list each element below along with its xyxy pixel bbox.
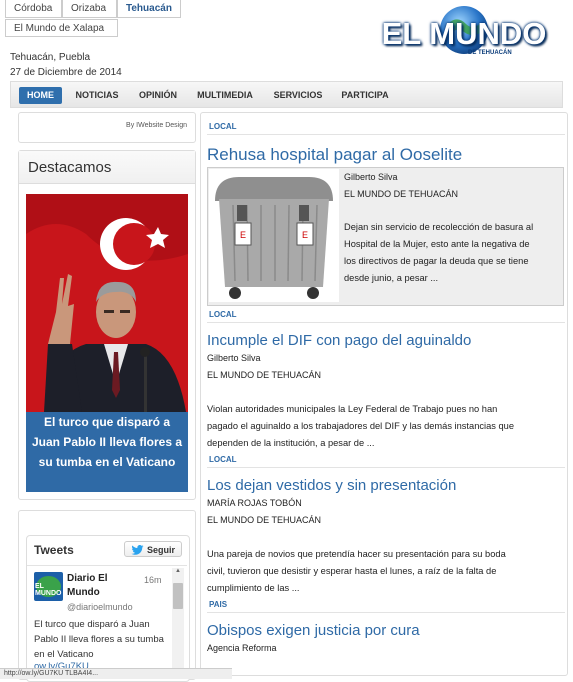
- article-2-section[interactable]: LOCAL: [209, 310, 237, 319]
- article-2-summary: Violan autoridades municipales la Ley Fe…: [207, 404, 514, 448]
- avatar[interactable]: EL MUNDO: [34, 572, 63, 601]
- twitter-bird-icon: [131, 545, 144, 555]
- tab-cordoba[interactable]: Córdoba: [5, 0, 62, 18]
- tweet-text: El turco que disparó a Juan Pablo II lle…: [34, 619, 164, 660]
- main-nav: HOME NOTICIAS OPINIÓN MULTIMEDIA SERVICI…: [10, 81, 563, 108]
- tab-xalapa[interactable]: El Mundo de Xalapa: [5, 19, 118, 37]
- article-3-author: MARÍA ROJAS TOBÓN: [207, 498, 302, 508]
- article-3-headline[interactable]: Los dejan vestidos y sin presentación: [207, 477, 456, 494]
- scroll-up-icon[interactable]: ▲: [172, 568, 184, 578]
- article-1-source: EL MUNDO DE TEHUACÁN: [344, 189, 459, 199]
- credit-text[interactable]: By IWebsite Design: [126, 122, 187, 129]
- location: Tehuacán, Puebla: [10, 52, 91, 63]
- logo-tagline-left: TU MUNDO: [415, 8, 442, 14]
- tweet-time[interactable]: 16m: [144, 575, 162, 585]
- featured-image: [26, 194, 188, 412]
- tab-orizaba[interactable]: Orizaba: [62, 0, 117, 18]
- destacamos-title: Destacamos: [28, 159, 112, 176]
- browser-status-bar: http://ow.ly/GU7KU TLBA4I4...: [0, 668, 232, 679]
- tweet-handle[interactable]: @diarioelmundo: [67, 602, 133, 612]
- article-2-author: Gilberto Silva: [207, 353, 261, 363]
- site-logo[interactable]: EL MUNDO TU MUNDO A DIARIO DE TEHUACÁN: [370, 4, 558, 60]
- nav-home[interactable]: HOME: [19, 87, 62, 104]
- scrollbar-thumb[interactable]: [173, 583, 183, 609]
- tweet-author[interactable]: Diario El Mundo: [67, 572, 137, 600]
- article-4-section[interactable]: PAIS: [209, 600, 227, 609]
- article-2-source: EL MUNDO DE TEHUACÁN: [207, 370, 322, 380]
- featured-photo[interactable]: [26, 194, 188, 412]
- article-3-source: EL MUNDO DE TEHUACÁN: [207, 515, 322, 525]
- garbage-container-image: E E: [209, 169, 339, 302]
- logo-title: EL MUNDO: [381, 16, 547, 51]
- article-1-section[interactable]: LOCAL: [209, 122, 237, 131]
- article-1-headline[interactable]: Rehusa hospital pagar al Ooselite: [207, 145, 462, 165]
- date: 27 de Diciembre de 2014: [10, 67, 122, 78]
- article-1-rule: [207, 134, 565, 135]
- article-4-rule: [207, 612, 565, 613]
- tweets-title: Tweets: [34, 543, 74, 557]
- featured-caption[interactable]: El turco que disparó a Juan Pablo II lle…: [30, 412, 184, 472]
- tab-tehuacan[interactable]: Tehuacán: [117, 0, 181, 18]
- svg-text:E: E: [302, 230, 308, 240]
- logo-sub: DE TEHUACÁN: [468, 50, 512, 56]
- tweets-scrollbar[interactable]: ▲: [172, 568, 184, 676]
- credit-box: By IWebsite Design: [18, 112, 196, 143]
- article-3-section[interactable]: LOCAL: [209, 455, 237, 464]
- article-4-headline[interactable]: Obispos exigen justicia por cura: [207, 622, 420, 639]
- featured-story[interactable]: El turco que disparó a Juan Pablo II lle…: [26, 194, 188, 492]
- article-1-image[interactable]: E E: [209, 169, 339, 302]
- article-1-author: Gilberto Silva: [344, 172, 398, 182]
- nav-opinion[interactable]: OPINIÓN: [133, 87, 183, 104]
- avatar-text: EL MUNDO: [35, 583, 62, 597]
- tweets-divider: [27, 565, 187, 566]
- nav-servicios[interactable]: SERVICIOS: [267, 87, 329, 104]
- follow-label: Seguir: [147, 545, 176, 555]
- article-3-rule: [207, 467, 565, 468]
- article-3-summary: Una pareja de novios que pretendía hacer…: [207, 549, 506, 593]
- nav-multimedia[interactable]: MULTIMEDIA: [191, 87, 259, 104]
- location-date: Tehuacán, Puebla 27 de Diciembre de 2014: [10, 50, 122, 80]
- article-2-headline[interactable]: Incumple el DIF con pago del aguinaldo: [207, 332, 471, 349]
- follow-button[interactable]: Seguir: [124, 541, 183, 557]
- article-1-summary: Dejan sin servicio de recolección de bas…: [344, 222, 534, 283]
- nav-participa[interactable]: PARTICIPA: [337, 87, 393, 104]
- article-4-author: Agencia Reforma: [207, 643, 277, 653]
- logo-tagline-right: A DIARIO: [496, 8, 518, 14]
- nav-noticias[interactable]: NOTICIAS: [69, 87, 125, 104]
- article-2-rule: [207, 322, 565, 323]
- svg-text:E: E: [240, 230, 246, 240]
